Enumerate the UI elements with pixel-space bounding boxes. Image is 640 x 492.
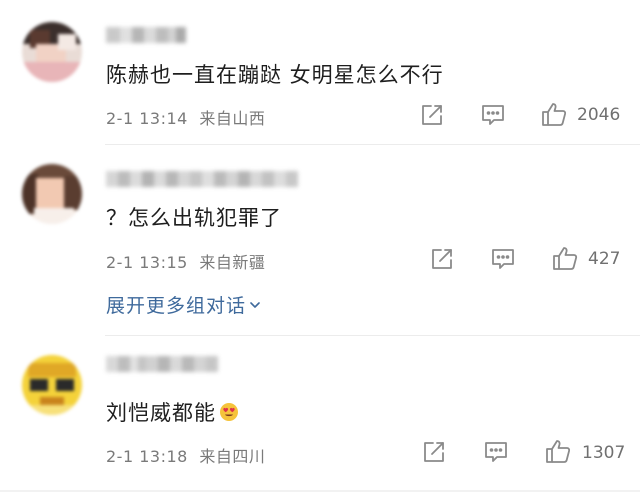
comment-icon[interactable] bbox=[482, 438, 510, 466]
comment-text-content: 刘恺威都能 bbox=[106, 401, 216, 425]
comment-meta: 2-1 13:14 来自山西 bbox=[106, 105, 265, 129]
comment-time: 2-1 13:14 bbox=[106, 109, 188, 128]
thumbs-up-icon[interactable] bbox=[540, 100, 568, 128]
divider bbox=[105, 144, 640, 145]
chevron-down-icon bbox=[250, 301, 260, 308]
comment-item: 刘恺威都能 2-1 13:18 来自四川 1307 bbox=[0, 340, 640, 492]
expand-more-label: 展开更多组对话 bbox=[106, 295, 247, 317]
avatar[interactable] bbox=[22, 22, 82, 82]
comment-text: ？怎么出轨犯罪了 bbox=[106, 206, 282, 230]
comment-location: 来自山西 bbox=[199, 109, 266, 128]
comment-location: 来自四川 bbox=[199, 447, 266, 466]
comment-icon[interactable] bbox=[489, 245, 517, 273]
comment-text: 陈赫也一直在蹦跶 女明星怎么不行 bbox=[106, 63, 444, 87]
comment-item: ？怎么出轨犯罪了 2-1 13:15 来自新疆 427 展开更多组对话 bbox=[0, 150, 640, 340]
expand-more-link[interactable]: 展开更多组对话 bbox=[106, 291, 262, 318]
like-count: 1307 bbox=[582, 443, 626, 463]
comment-time: 2-1 13:15 bbox=[106, 253, 188, 272]
like-count: 427 bbox=[588, 249, 621, 269]
heart-eyes-emoji-icon bbox=[220, 403, 238, 421]
thumbs-up-icon[interactable] bbox=[544, 437, 572, 465]
divider bbox=[105, 335, 640, 336]
comment-location: 来自新疆 bbox=[199, 253, 266, 272]
comment-item: 陈赫也一直在蹦跶 女明星怎么不行 2-1 13:14 来自山西 2046 bbox=[0, 0, 640, 150]
avatar[interactable] bbox=[22, 164, 82, 224]
avatar[interactable] bbox=[22, 355, 82, 415]
share-icon[interactable] bbox=[418, 101, 446, 129]
thumbs-up-icon[interactable] bbox=[551, 244, 579, 272]
comment-meta: 2-1 13:18 来自四川 bbox=[106, 443, 265, 467]
like-count: 2046 bbox=[577, 105, 621, 125]
comment-icon[interactable] bbox=[479, 101, 507, 129]
comment-time: 2-1 13:18 bbox=[106, 447, 188, 466]
share-icon[interactable] bbox=[420, 438, 448, 466]
comment-meta: 2-1 13:15 来自新疆 bbox=[106, 249, 265, 273]
username-blurred[interactable] bbox=[106, 27, 186, 43]
username-blurred[interactable] bbox=[106, 171, 298, 187]
comment-text: 刘恺威都能 bbox=[106, 397, 239, 427]
username-blurred[interactable] bbox=[106, 356, 218, 372]
share-icon[interactable] bbox=[428, 245, 456, 273]
